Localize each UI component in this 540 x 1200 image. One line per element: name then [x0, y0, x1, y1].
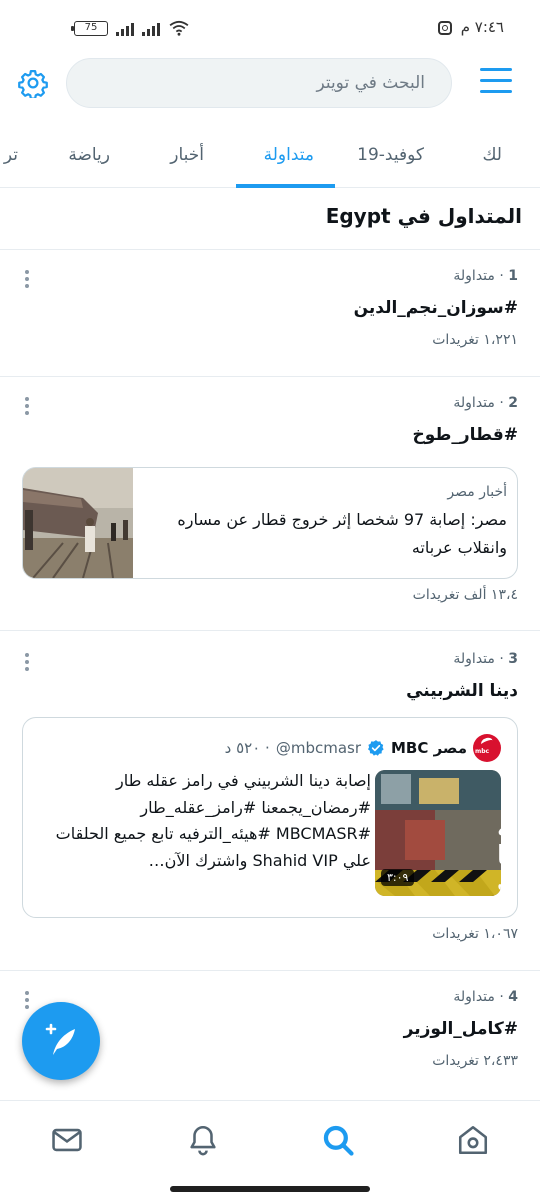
tab-entertainment[interactable]: تر	[4, 122, 18, 188]
avatar[interactable]	[473, 734, 501, 762]
search-icon[interactable]	[321, 1123, 355, 1157]
trend-item[interactable]: 3 · متداولة دينا الشربيني مصر MBC @mbcma…	[0, 631, 540, 971]
page-title: المتداول في Egypt	[325, 204, 522, 228]
menu-icon[interactable]	[480, 68, 512, 98]
status-bar: 75 ٧:٤٦ م	[0, 0, 540, 46]
tweet-author-handle[interactable]: @mbcmasr	[276, 739, 361, 757]
compose-button[interactable]	[22, 1002, 100, 1080]
tab-trending[interactable]: متداولة	[264, 122, 314, 188]
tweet-header: مصر MBC @mbcmasr · ٥٢٠ د	[225, 734, 501, 762]
instagram-icon	[438, 21, 452, 35]
more-options-icon[interactable]	[22, 397, 32, 417]
news-card[interactable]: أخبار مصر مصر: إصابة 97 شخصا إثر خروج قط…	[22, 467, 518, 579]
news-image	[23, 468, 133, 578]
bottom-nav	[0, 1100, 540, 1180]
signal-icon	[116, 21, 134, 36]
trend-rank: 1	[508, 268, 518, 284]
search-box[interactable]	[66, 58, 452, 108]
trend-count: ١،٢٢١ تغريدات	[432, 332, 518, 348]
news-source: أخبار مصر	[447, 484, 507, 500]
battery-icon: 75	[71, 20, 108, 36]
signal-icon-2	[142, 21, 160, 36]
tab-covid[interactable]: كوفيد-19	[357, 122, 424, 188]
trend-title: #قطار_طوخ	[412, 425, 518, 445]
tweet-author-name[interactable]: مصر MBC	[391, 739, 467, 757]
trend-rank: 3	[508, 651, 518, 667]
trend-rank: 2	[508, 395, 518, 411]
trend-meta: 3 · متداولة	[453, 651, 518, 667]
trend-item[interactable]: 1 · متداولة #سوزان_نجم_الدين ١،٢٢١ تغريد…	[0, 250, 540, 377]
trend-meta: 2 · متداولة	[453, 395, 518, 411]
mail-icon[interactable]	[50, 1123, 84, 1157]
more-options-icon[interactable]	[22, 653, 32, 673]
system-home-indicator[interactable]	[170, 1186, 370, 1192]
more-options-icon[interactable]	[22, 991, 32, 1011]
trend-label: · متداولة	[453, 651, 504, 667]
trend-title: #كامل_الوزير	[403, 1019, 518, 1039]
search-input[interactable]	[67, 59, 451, 107]
trend-label: · متداولة	[453, 395, 504, 411]
trend-count: ١،٠٦٧ تغريدات	[432, 926, 518, 942]
trend-rank: 4	[508, 989, 518, 1005]
trend-count: ٢،٤٣٣ تغريدات	[432, 1053, 518, 1069]
tab-for-you[interactable]: لك	[482, 122, 502, 188]
tweet-card[interactable]: مصر MBC @mbcmasr · ٥٢٠ د ابة دينا	[22, 717, 518, 918]
video-duration: ٣:٠٩	[381, 869, 415, 886]
compose-icon	[45, 1023, 75, 1055]
trend-title: #سوزان_نجم_الدين	[353, 298, 518, 318]
svg-text:دينا: دينا	[497, 841, 501, 871]
svg-text:بيني: بيني	[497, 869, 501, 894]
trend-meta: 4 · متداولة	[453, 989, 518, 1005]
trend-meta: 1 · متداولة	[453, 268, 518, 284]
tab-news[interactable]: أخبار	[170, 122, 204, 188]
tweet-video-thumbnail[interactable]: ابة دينا بيني ٣:٠٩	[375, 770, 501, 896]
status-left-icons: 75	[71, 20, 190, 36]
trend-label: · متداولة	[453, 989, 504, 1005]
tweet-text: إصابة دينا الشربيني في رامز عقله طار #رم…	[55, 771, 371, 870]
svg-text:ابة: ابة	[497, 813, 501, 843]
top-bar	[0, 46, 540, 122]
home-icon[interactable]	[456, 1123, 490, 1157]
tweet-time: · ٥٢٠ د	[224, 739, 270, 757]
status-time: ٧:٤٦ م	[460, 18, 504, 36]
more-options-icon[interactable]	[22, 270, 32, 290]
wifi-icon	[169, 20, 189, 36]
gear-icon[interactable]	[18, 68, 48, 98]
trend-count: ١٣،٤ ألف تغريدات	[412, 587, 518, 603]
explore-tabs: لك كوفيد-19 متداولة أخبار رياضة تر	[0, 122, 540, 188]
trend-title: دينا الشربيني	[406, 681, 518, 701]
battery-level: 75	[84, 21, 98, 33]
verified-icon	[367, 740, 384, 756]
tab-sports[interactable]: رياضة	[68, 122, 110, 188]
trend-label: · متداولة	[453, 268, 504, 284]
bell-icon[interactable]	[186, 1123, 220, 1157]
trend-item[interactable]: 2 · متداولة #قطار_طوخ أخبار مصر مصر: إصا…	[0, 377, 540, 631]
news-headline: مصر: إصابة 97 شخصا إثر خروج قطار عن مسار…	[177, 510, 507, 557]
section-heading: المتداول في Egypt	[0, 188, 540, 250]
